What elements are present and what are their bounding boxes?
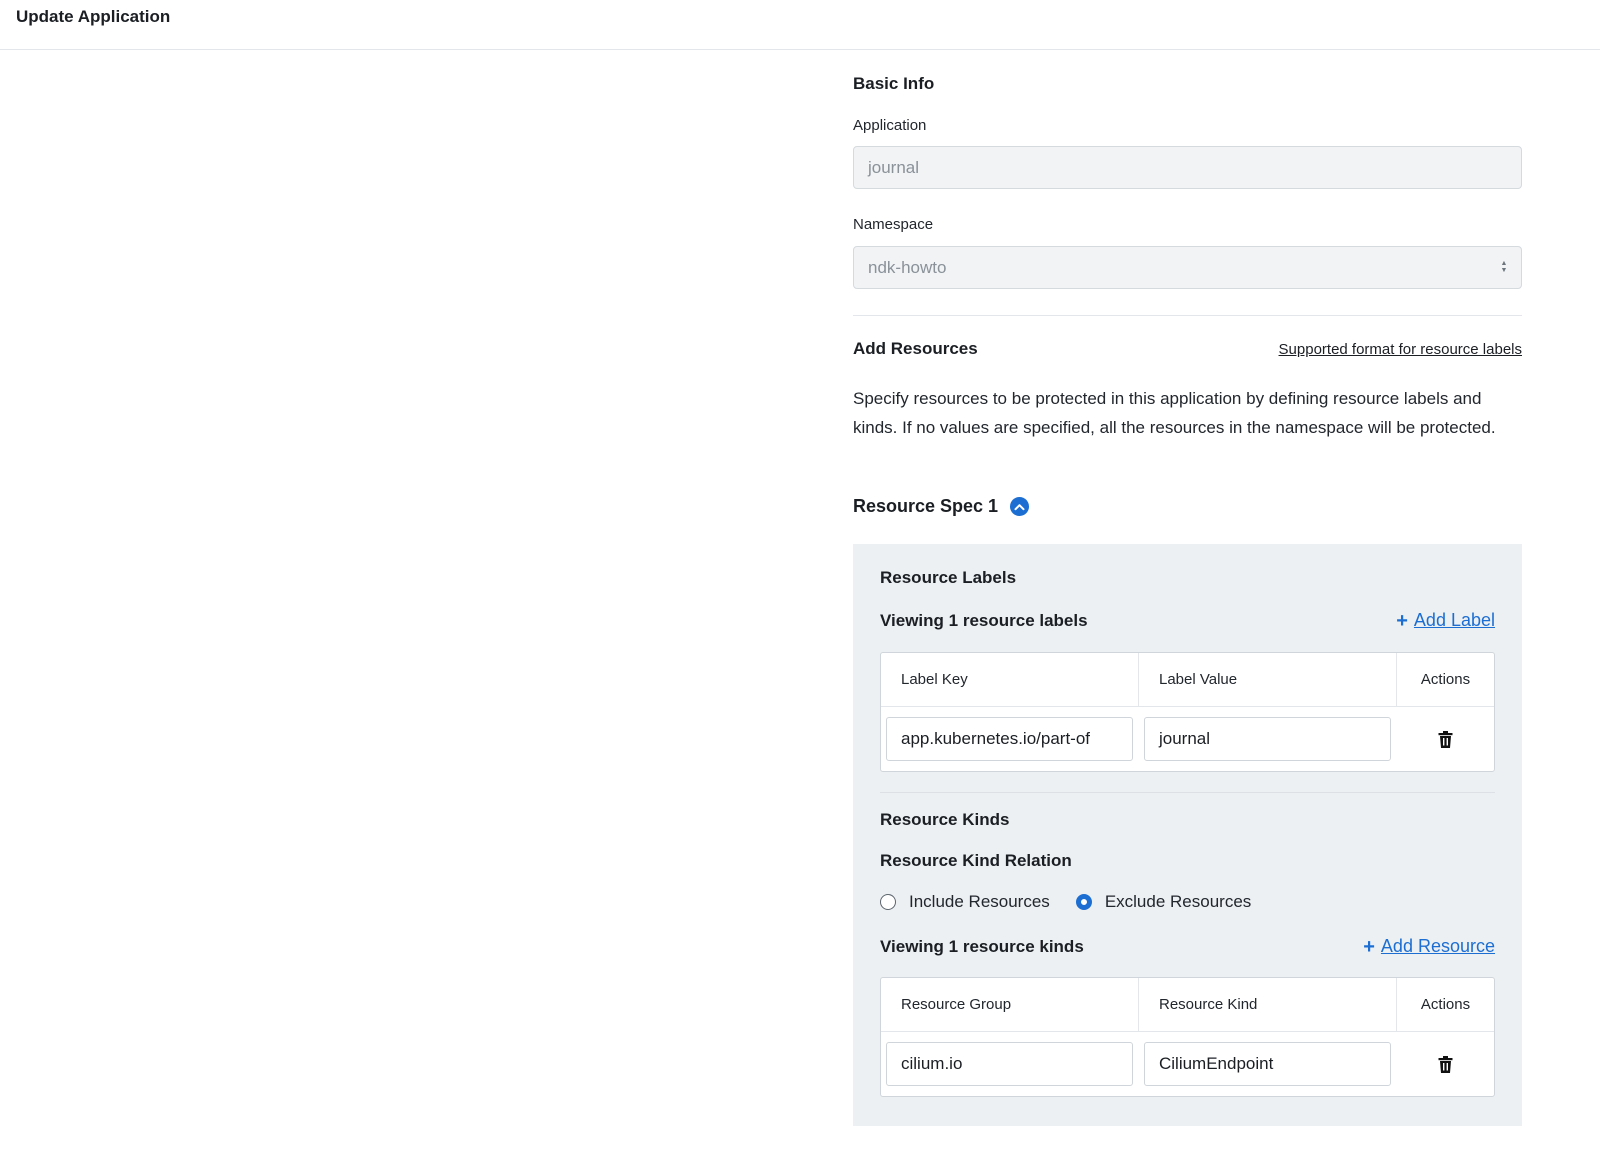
radio-unchecked-icon — [880, 894, 896, 910]
column-resource-group: Resource Group — [881, 978, 1139, 1031]
add-label-text: Add Label — [1413, 610, 1495, 630]
table-row: app.kubernetes.io/part-of journal — [881, 707, 1494, 771]
resource-spec-title: Resource Spec 1 — [853, 496, 999, 516]
exclude-resources-radio[interactable]: Exclude Resources — [1075, 892, 1252, 912]
resource-kind-input[interactable]: CiliumEndpoint — [1144, 1042, 1391, 1086]
resource-kinds-heading: Resource Kinds — [880, 810, 1010, 829]
exclude-resources-label: Exclude Resources — [1104, 892, 1252, 911]
resource-kind-relation-group: Include Resources Exclude Resources — [880, 892, 1277, 912]
resource-labels-heading: Resource Labels — [880, 568, 1017, 587]
resource-kind-relation-heading: Resource Kind Relation — [880, 851, 1072, 870]
plus-icon: + — [1396, 609, 1408, 632]
add-resources-description: Specify resources to be protected in thi… — [853, 389, 1496, 437]
add-resources-heading: Add Resources — [853, 339, 978, 358]
label-key-input[interactable]: app.kubernetes.io/part-of — [886, 717, 1133, 761]
namespace-select-value: ndk-howto — [853, 246, 1522, 289]
add-label-button[interactable]: + Add Label — [1396, 610, 1495, 631]
table-header: Resource Group Resource Kind Actions — [881, 978, 1494, 1032]
resource-group-input[interactable]: cilium.io — [886, 1042, 1133, 1086]
application-label: Application — [853, 117, 927, 134]
column-actions: Actions — [1420, 671, 1471, 688]
radio-checked-icon — [1075, 894, 1092, 910]
section-divider — [853, 315, 1522, 316]
viewing-labels-count: Viewing 1 resource labels — [880, 610, 1088, 630]
viewing-kinds-count: Viewing 1 resource kinds — [880, 936, 1084, 956]
label-value-input[interactable]: journal — [1144, 717, 1391, 761]
table-row: cilium.io CiliumEndpoint — [881, 1032, 1494, 1096]
trash-icon[interactable] — [1438, 730, 1453, 748]
namespace-label: Namespace — [853, 216, 934, 233]
panel-divider — [880, 792, 1495, 793]
resource-labels-table: Label Key Label Value Actions app.kubern… — [880, 652, 1495, 772]
top-bar: Update Application — [0, 0, 1600, 50]
include-resources-radio[interactable]: Include Resources — [880, 892, 1050, 912]
column-resource-kind: Resource Kind — [1139, 978, 1397, 1031]
namespace-select[interactable]: ndk-howto ▲ ▼ — [853, 246, 1522, 289]
column-label-value: Label Value — [1139, 653, 1397, 706]
resource-spec-panel: Resource Labels Viewing 1 resource label… — [853, 544, 1522, 1126]
page-title: Update Application — [16, 7, 171, 26]
select-arrows-icon: ▲ ▼ — [1500, 260, 1508, 274]
column-label-key: Label Key — [881, 653, 1139, 706]
basic-info-heading: Basic Info — [853, 74, 935, 93]
supported-format-link[interactable]: Supported format for resource labels — [1279, 341, 1522, 358]
column-actions: Actions — [1420, 996, 1471, 1013]
trash-icon[interactable] — [1438, 1055, 1453, 1073]
add-resource-button[interactable]: + Add Resource — [1363, 936, 1495, 957]
resource-spec-header: Resource Spec 1 — [853, 496, 1030, 517]
resource-kinds-table: Resource Group Resource Kind Actions cil… — [880, 977, 1495, 1097]
table-header: Label Key Label Value Actions — [881, 653, 1494, 707]
chevron-up-icon[interactable] — [1010, 497, 1030, 516]
plus-icon: + — [1363, 935, 1375, 958]
add-resource-text: Add Resource — [1380, 936, 1495, 956]
include-resources-label: Include Resources — [909, 892, 1050, 911]
application-input[interactable]: journal — [853, 146, 1522, 189]
